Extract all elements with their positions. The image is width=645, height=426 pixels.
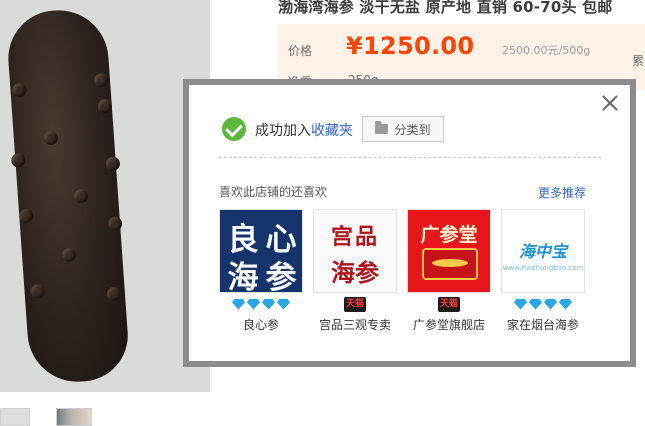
seller-rating-badge [219,296,303,312]
diamond-icon [529,298,542,310]
favorite-dialog-frame: 成功加入收藏夹 分类到 喜欢此店铺的还喜欢 更多推荐 良 心 海 参 良心参 宫… [183,79,636,367]
favorite-dialog: 成功加入收藏夹 分类到 喜欢此店铺的还喜欢 更多推荐 良 心 海 参 良心参 宫… [189,85,630,361]
product-title: 渤海湾海参 淡干无盐 原产地 直销 60-70头 包邮 [278,0,613,16]
thumbnail-1[interactable] [0,408,30,426]
tmall-icon: 天猫 [344,296,366,312]
shop-card[interactable]: 广参堂 天猫 广参堂旗舰店 [407,209,491,333]
check-circle-icon [222,117,246,141]
shop-card[interactable]: 海中宝 www.haizhongbao.com 家在烟台海参 [501,209,585,333]
shop-name[interactable]: 广参堂旗舰店 [407,316,491,333]
tmall-badge-row: 天猫 [313,296,397,312]
recommend-heading: 喜欢此店铺的还喜欢 [219,185,328,199]
tmall-badge-row: 天猫 [407,296,491,312]
diamond-icon [514,298,527,310]
shop-name[interactable]: 良心参 [219,316,303,333]
categorize-label: 分类到 [394,122,431,137]
diamond-icon [559,298,572,310]
logo-text-top: 宫品 [330,224,379,250]
diamond-icon [247,298,260,310]
shop-logo[interactable]: 良 心 海 参 [219,209,303,293]
shop-logo[interactable]: 宫品 海参 [313,209,397,293]
shop-name[interactable]: 宫品三观专卖 [313,316,397,333]
diamond-icon [277,298,290,310]
seller-rating-badge [501,296,585,312]
folder-icon [375,121,389,134]
shop-logo[interactable]: 海中宝 www.haizhongbao.com [501,209,585,293]
unit-price: 2500.00元/500g [502,44,591,57]
diamond-icon [262,298,275,310]
more-recommendations-link[interactable]: 更多推荐 [538,184,586,201]
cumulative-label: 累 [632,54,645,68]
logo-text-bottom: 海参 [331,258,379,287]
price-label: 价格 [288,44,313,58]
success-message: 成功加入收藏夹 [255,120,353,140]
diamond-icon [232,298,245,310]
logo-char: 参 [265,260,297,293]
logo-char: 海 [227,260,259,293]
sea-cucumber-photo [5,6,131,386]
price-value: ¥1250.00 [346,32,475,60]
diamond-icon [544,298,557,310]
logo-text-url: www.haizhongbao.com [502,264,584,272]
shop-card[interactable]: 良 心 海 参 良心参 [219,209,303,333]
shop-logo[interactable]: 广参堂 [407,209,491,293]
dragon-emblem-icon [422,248,478,280]
shop-name[interactable]: 家在烟台海参 [501,316,585,333]
thumbnail-2[interactable] [56,408,92,426]
favorites-link[interactable]: 收藏夹 [311,123,353,139]
product-main-image [0,0,210,392]
close-icon[interactable] [600,93,620,113]
shop-card[interactable]: 宫品 海参 天猫 宫品三观专卖 [313,209,397,333]
dashed-divider [219,157,601,158]
categorize-button[interactable]: 分类到 [362,116,444,142]
logo-text-top: 广参堂 [420,224,478,246]
tmall-icon: 天猫 [438,296,460,312]
logo-text-mark: 海中宝 [518,242,567,261]
success-prefix: 成功加入 [255,123,311,139]
